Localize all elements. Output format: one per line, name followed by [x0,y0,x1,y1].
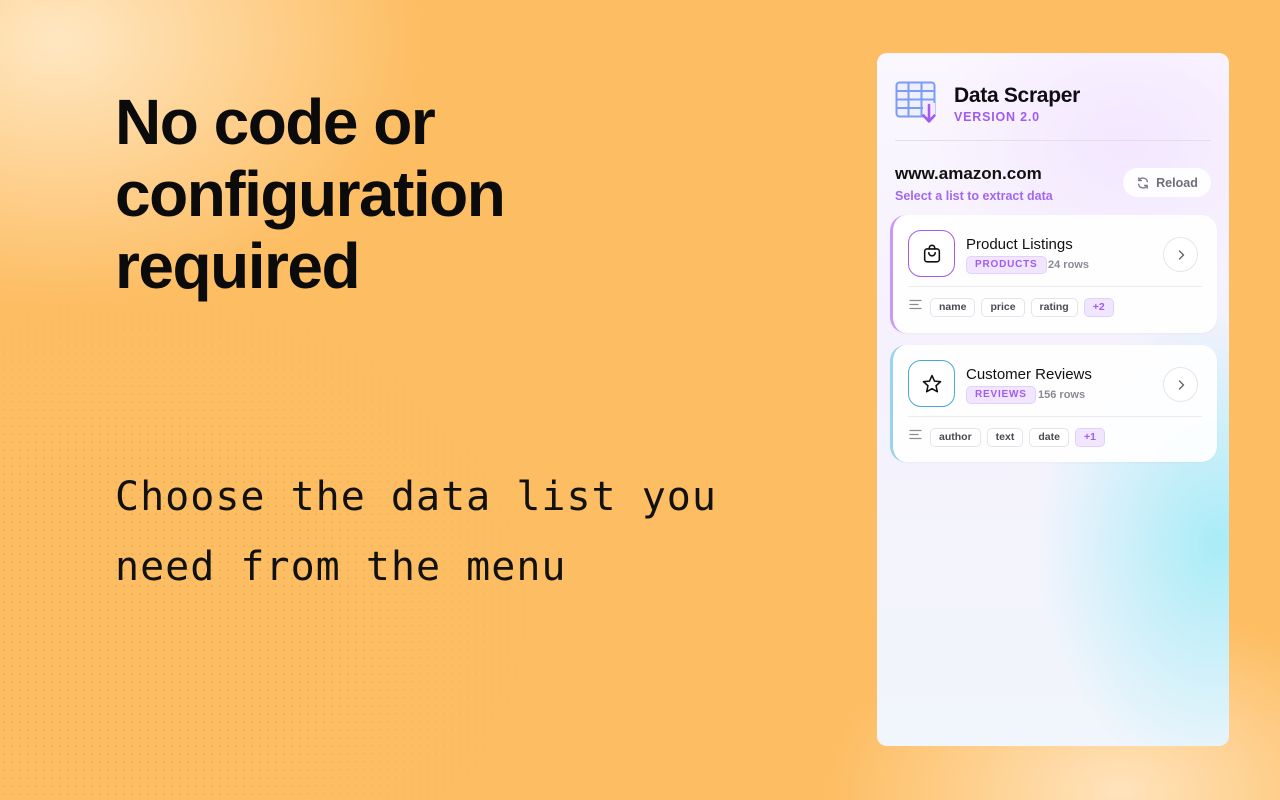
card-icon-frame [908,360,955,407]
card-divider [908,416,1202,417]
app-version: VERSION 2.0 [954,110,1040,124]
app-title: Data Scraper [954,84,1080,107]
more-fields-chip: +2 [1083,298,1114,317]
card-icon-frame [908,230,955,277]
extension-popup: Data Scraper VERSION 2.0 www.amazon.com … [877,53,1229,746]
list-card-product-listings[interactable]: Product Listings PRODUCTS 24 rows name p… [890,215,1217,333]
reload-label: Reload [1156,175,1198,190]
row-count: 156 rows [1038,389,1086,401]
field-chips: author text date +1 [930,428,1105,447]
popup-header: Data Scraper VERSION 2.0 [895,81,1211,141]
fields-lines-icon [909,299,922,310]
list-type-badge: PRODUCTS [966,256,1047,274]
card-divider [908,286,1202,287]
site-domain: www.amazon.com [895,164,1042,183]
subheadline: Choose the data list you need from the m… [115,474,717,590]
fields-lines-icon [909,429,922,440]
field-chip: author [930,428,981,447]
open-list-button[interactable] [1163,237,1198,272]
headline: No code or configuration required [115,86,506,302]
field-chip: name [930,298,976,317]
chevron-right-icon [1178,249,1184,260]
row-count: 24 rows [1048,259,1089,271]
shopping-bag-icon [923,244,940,263]
open-list-button[interactable] [1163,367,1198,402]
table-download-icon [895,81,936,123]
refresh-icon [1138,176,1149,189]
field-chips: name price rating +2 [930,298,1114,317]
site-hint: Select a list to extract data [895,189,1053,203]
reload-button[interactable]: Reload [1123,168,1211,197]
field-chip: price [981,298,1025,317]
field-chip: date [1029,428,1069,447]
star-icon [922,374,941,392]
chevron-right-icon [1178,379,1184,390]
list-title: Customer Reviews [966,366,1092,383]
field-chip: rating [1030,298,1078,317]
list-card-customer-reviews[interactable]: Customer Reviews REVIEWS 156 rows author… [890,345,1217,462]
list-title: Product Listings [966,236,1073,253]
field-chip: text [986,428,1024,447]
list-type-badge: REVIEWS [966,386,1036,404]
more-fields-chip: +1 [1074,428,1105,447]
